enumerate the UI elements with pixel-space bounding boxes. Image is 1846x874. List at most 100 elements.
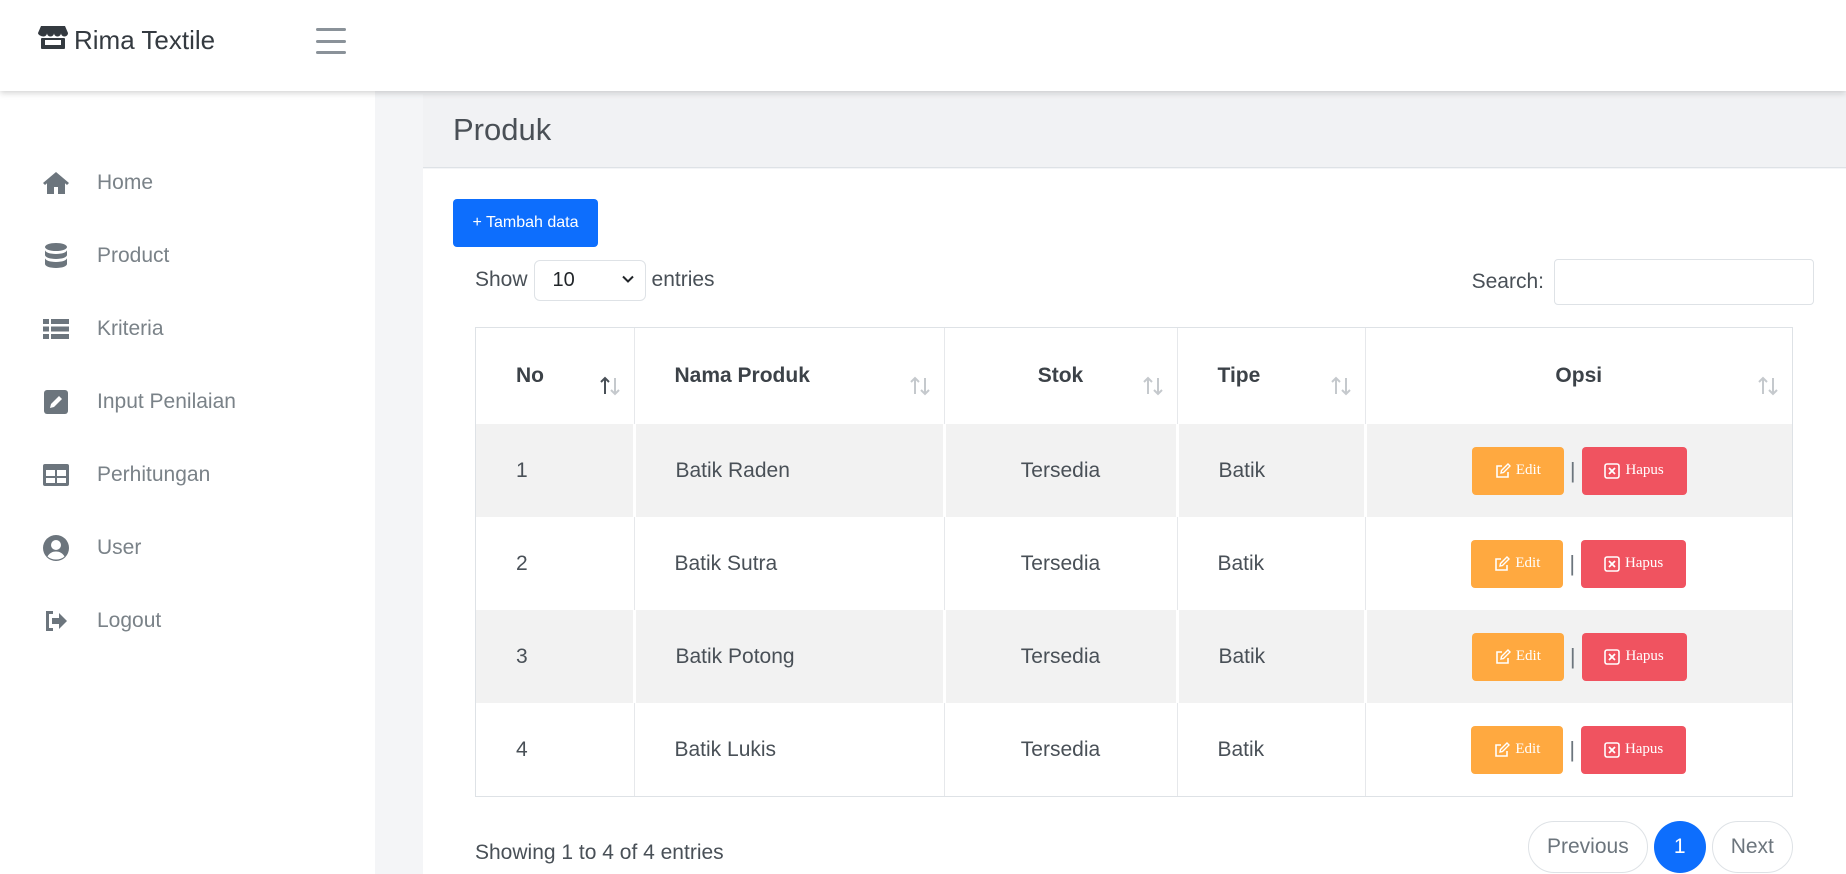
sidebar-item-product[interactable]: Product (0, 228, 375, 284)
sidebar-item-user[interactable]: User (0, 520, 375, 576)
separator: | (1569, 550, 1576, 576)
show-label: Show (475, 268, 528, 291)
chevron-down-icon (621, 275, 634, 283)
close-box-icon (1604, 741, 1620, 758)
delete-button[interactable]: Hapus (1581, 539, 1687, 588)
cell-no: 4 (476, 703, 635, 796)
close-box-icon (1604, 648, 1621, 665)
sort-icon (1330, 376, 1351, 396)
cell-stok: Tersedia (944, 517, 1178, 610)
close-box-icon (1604, 462, 1621, 479)
cell-nama-produk: Batik Sutra (634, 517, 945, 610)
edit-icon (1496, 648, 1511, 664)
table-row: 4 Batik Lukis Tersedia Batik Edit | Hapu… (476, 703, 1792, 796)
cell-opsi: Edit | Hapus (1365, 424, 1792, 517)
separator: | (1569, 643, 1576, 669)
column-header-nama-produk[interactable]: Nama Produk (634, 328, 945, 424)
cell-opsi: Edit | Hapus (1365, 703, 1792, 796)
sidebar-item-label: Logout (97, 609, 162, 632)
sort-icon (909, 376, 930, 396)
sidebar-item-kriteria[interactable]: Kriteria (0, 301, 375, 357)
cell-opsi: Edit | Hapus (1365, 610, 1792, 703)
cell-stok: Tersedia (944, 703, 1178, 796)
header-label: Tipe (1217, 364, 1261, 387)
cell-no: 2 (476, 517, 635, 610)
edit-label: Edit (1515, 555, 1541, 571)
cell-nama-produk: Batik Lukis (634, 703, 945, 796)
table-row: 1 Batik Raden Tersedia Batik Edit | Hapu… (476, 424, 1792, 517)
sidebar-item-home[interactable]: Home (0, 155, 375, 211)
sidebar-item-logout[interactable]: Logout (0, 593, 375, 649)
search-control: Search: (1472, 259, 1814, 305)
edit-icon (1496, 462, 1511, 478)
sidebar-item-label: Perhitungan (97, 463, 211, 486)
close-box-icon (1604, 555, 1620, 572)
sidebar-item-label: Input Penilaian (97, 390, 236, 413)
cell-tipe: Batik (1177, 517, 1366, 610)
sidebar-item-label: Product (97, 244, 170, 267)
previous-button[interactable]: Previous (1528, 821, 1648, 873)
menu-toggle-icon[interactable] (316, 28, 346, 54)
table-info: Showing 1 to 4 of 4 entries (475, 841, 724, 864)
cell-opsi: Edit | Hapus (1365, 517, 1792, 610)
column-header-stok[interactable]: Stok (944, 328, 1178, 424)
header-label: Stok (1037, 364, 1084, 387)
table-row: 2 Batik Sutra Tersedia Batik Edit | Hapu… (476, 517, 1792, 610)
table-row: 3 Batik Potong Tersedia Batik Edit | Hap… (476, 610, 1792, 703)
sidebar-item-label: Home (97, 171, 154, 194)
database-icon (42, 242, 70, 270)
column-header-no[interactable]: No (476, 328, 635, 424)
sidebar-item-label: User (97, 536, 142, 559)
separator: | (1569, 736, 1576, 762)
next-button[interactable]: Next (1711, 821, 1793, 873)
edit-button[interactable]: Edit (1471, 539, 1564, 588)
delete-button[interactable]: Hapus (1581, 446, 1687, 495)
logout-icon (42, 607, 70, 635)
list-icon (42, 315, 70, 343)
delete-button[interactable]: Hapus (1581, 725, 1687, 774)
top-navbar: Rima Textile (0, 0, 1846, 91)
page-1-button[interactable]: 1 (1653, 821, 1706, 873)
cell-tipe: Batik (1177, 703, 1366, 796)
sidebar-item-input-penilaian[interactable]: Input Penilaian (0, 374, 375, 430)
edit-button[interactable]: Edit (1471, 632, 1564, 681)
product-table: No Nama Produk Stok Tipe Opsi 1 Batik Ra… (475, 327, 1793, 797)
sort-asc-icon (599, 376, 620, 396)
table-icon (42, 461, 70, 489)
column-header-tipe[interactable]: Tipe (1177, 328, 1366, 424)
home-icon (42, 169, 70, 197)
sidebar-item-label: Kriteria (97, 317, 164, 340)
cell-nama-produk: Batik Potong (634, 610, 946, 703)
header-label: No (516, 364, 544, 387)
entries-select-value: 10 (552, 268, 575, 291)
entries-select[interactable]: 10 (533, 259, 646, 301)
search-label: Search: (1471, 270, 1544, 293)
sidebar: Home Product Kriteria Input Penilaian Pe… (0, 91, 375, 874)
sort-icon (1758, 376, 1778, 396)
search-input[interactable] (1554, 259, 1814, 305)
hapus-label: Hapus (1624, 741, 1664, 757)
page-title: Produk (453, 112, 552, 147)
hapus-label: Hapus (1625, 462, 1664, 478)
pagination: Previous 1 Next (1528, 821, 1793, 873)
cell-tipe: Batik (1177, 424, 1367, 517)
cell-stok: Tersedia (944, 424, 1179, 517)
cell-no: 3 (476, 610, 636, 703)
brand-name: Rima Textile (74, 25, 216, 55)
separator: | (1569, 457, 1576, 483)
entries-label: entries (651, 268, 715, 291)
content-card: + Tambah data Show 10 entries Search: No (423, 169, 1846, 874)
delete-button[interactable]: Hapus (1581, 632, 1687, 681)
column-header-opsi[interactable]: Opsi (1365, 328, 1792, 424)
edit-label: Edit (1515, 462, 1541, 478)
sort-icon (1142, 376, 1163, 396)
cell-stok: Tersedia (944, 610, 1179, 703)
add-data-button[interactable]: + Tambah data (453, 199, 598, 247)
hapus-label: Hapus (1625, 648, 1664, 664)
brand[interactable]: Rima Textile (38, 24, 215, 57)
sidebar-item-perhitungan[interactable]: Perhitungan (0, 447, 375, 503)
cell-tipe: Batik (1177, 610, 1367, 703)
edit-button[interactable]: Edit (1471, 725, 1564, 774)
edit-button[interactable]: Edit (1471, 446, 1564, 495)
edit-label: Edit (1515, 648, 1541, 664)
